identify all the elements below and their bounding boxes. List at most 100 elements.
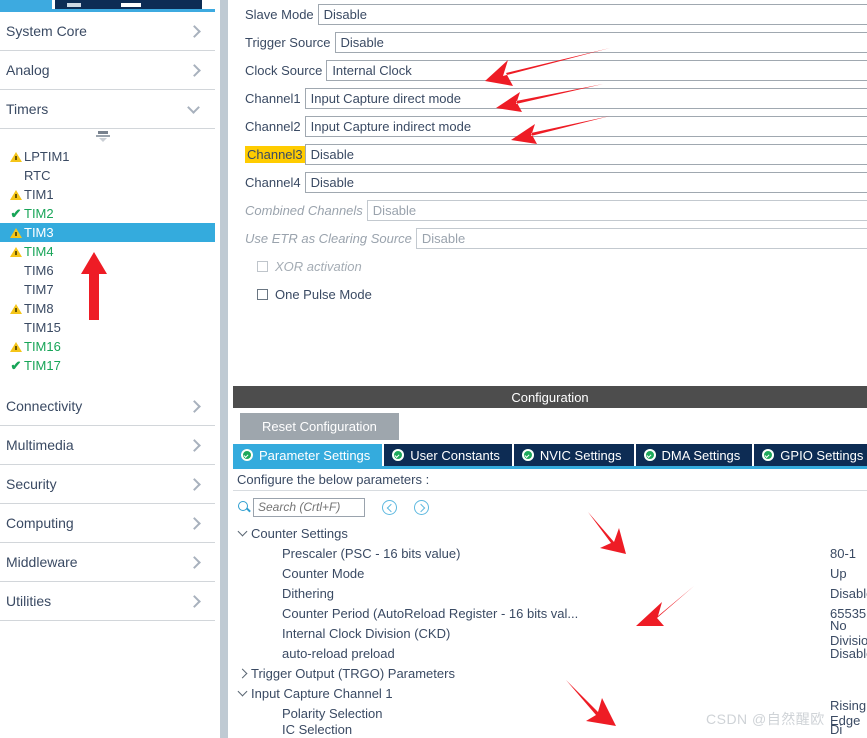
parameter-tree: Counter Settings Prescaler (PSC - 16 bits… <box>233 520 867 737</box>
tree-group-input-capture-channel-1[interactable]: Input Capture Channel 1 <box>233 683 867 703</box>
configuration-tabbar: Parameter Settings User Constants NVIC Set… <box>233 444 867 466</box>
mode-select-slave-mode[interactable]: Disable <box>317 3 867 25</box>
tree-group-counter-settings[interactable]: Counter Settings <box>233 523 867 543</box>
chevron-down-icon[interactable] <box>233 686 251 697</box>
tab-label: DMA Settings <box>661 447 741 463</box>
chevron-down-icon[interactable] <box>233 526 251 537</box>
timer-item-label: TIM16 <box>24 339 61 354</box>
tree-param-prescaler-psc-16-bits-value[interactable]: Prescaler (PSC - 16 bits value) 80-1 <box>233 543 867 563</box>
timer-item-rtc[interactable]: RTC <box>0 166 215 185</box>
timer-item-tim17[interactable]: ✔ TIM17 <box>0 356 215 375</box>
check-circle-icon <box>521 449 534 461</box>
mode-row-channel4: Channel4 Disable <box>233 168 867 196</box>
sidebar-category-system-core[interactable]: System Core <box>0 12 215 51</box>
sidebar-category-security[interactable]: Security <box>0 465 215 504</box>
sidebar-category-label: Security <box>6 476 57 492</box>
sidebar-category-analog[interactable]: Analog <box>0 51 215 90</box>
mode-select-channel2[interactable]: Input Capture indirect mode <box>304 115 867 137</box>
timer-item-tim7[interactable]: TIM7 <box>0 280 215 299</box>
tab-nvic-settings[interactable]: NVIC Settings <box>513 444 634 466</box>
sidebar-category-label: Analog <box>6 62 50 78</box>
search-icon <box>237 500 251 514</box>
tree-param-internal-clock-division-ckd[interactable]: Internal Clock Division (CKD)No Division <box>233 618 867 648</box>
mode-label-channel2: Channel2 <box>245 118 301 134</box>
panel-splitter[interactable] <box>215 0 233 738</box>
mode-select-clock-source[interactable]: Internal Clock <box>326 59 867 81</box>
timer-item-label: TIM7 <box>24 282 54 297</box>
tree-row-value[interactable]: Disable <box>830 586 867 601</box>
tree-param-auto-reload-preload[interactable]: auto-reload preload Disable <box>233 643 867 663</box>
sidebar-category-connectivity[interactable]: Connectivity <box>0 387 215 426</box>
sidebar-category-utilities[interactable]: Utilities <box>0 582 215 621</box>
check-circle-icon <box>762 449 775 461</box>
scroll-up-icon <box>95 131 111 143</box>
mode-label-clock-source: Clock Source <box>245 62 323 78</box>
splitter-bar <box>220 0 228 738</box>
chevron-right-icon <box>187 24 201 38</box>
tree-row-label: Input Capture Channel 1 <box>251 685 393 701</box>
timer-list-scroll-up[interactable] <box>0 129 215 145</box>
mode-label-trigger-source: Trigger Source <box>245 34 331 50</box>
timer-item-tim4[interactable]: TIM4 <box>0 242 215 261</box>
checkbox-one-pulse-mode[interactable] <box>257 288 268 300</box>
chevron-right-icon[interactable] <box>233 668 251 678</box>
tree-row-value[interactable]: Up <box>830 566 847 581</box>
tree-row-label: Counter Settings <box>251 525 348 541</box>
sidebar-category-label: Middleware <box>6 554 78 570</box>
parameter-search-row <box>233 494 867 520</box>
chevron-right-icon <box>187 555 201 569</box>
tree-param-counter-period-autoreload-register-16-[interactable]: Counter Period (AutoReload Register - 16… <box>233 603 867 623</box>
tree-param-counter-mode[interactable]: Counter Mode Up <box>233 563 867 583</box>
timer-item-tim15[interactable]: TIM15 <box>0 318 215 337</box>
mode-checkbox-row-one-pulse-mode[interactable]: One Pulse Mode <box>233 280 867 308</box>
tree-group-trigger-output-trgo-parameters[interactable]: Trigger Output (TRGO) Parameters <box>233 663 867 683</box>
reset-configuration-button[interactable]: Reset Configuration <box>240 412 399 440</box>
sidebar-category-timers[interactable]: Timers <box>0 90 215 129</box>
sidebar-category-computing[interactable]: Computing <box>0 504 215 543</box>
tree-row-label: auto-reload preload <box>282 645 395 661</box>
tab-categories-partial[interactable] <box>0 0 52 9</box>
tab-gpio-settings[interactable]: GPIO Settings <box>754 444 867 466</box>
sidebar-category-middleware[interactable]: Middleware <box>0 543 215 582</box>
check-circle-icon <box>643 449 656 461</box>
sidebar-category-multimedia[interactable]: Multimedia <box>0 426 215 465</box>
chevron-down-icon <box>187 102 201 116</box>
mode-select-channel3[interactable]: Disable <box>304 143 867 165</box>
timer-item-label: TIM6 <box>24 263 54 278</box>
tab-user-constants[interactable]: User Constants <box>384 444 512 466</box>
timer-item-lptim1[interactable]: LPTIM1 <box>0 147 215 166</box>
nav-forward-icon[interactable] <box>414 499 429 515</box>
mode-label-channel1: Channel1 <box>245 90 301 106</box>
tree-row-value[interactable]: 80-1 <box>830 546 856 561</box>
timer-item-tim6[interactable]: TIM6 <box>0 261 215 280</box>
mode-label-use-etr-as-clearing-source: Use ETR as Clearing Source <box>245 230 412 246</box>
tree-row-label: Trigger Output (TRGO) Parameters <box>251 665 455 681</box>
search-input[interactable] <box>253 497 365 517</box>
timer-item-tim2[interactable]: ✔ TIM2 <box>0 204 215 223</box>
tree-row-label: Prescaler (PSC - 16 bits value) <box>282 545 461 561</box>
mode-label-combined-channels: Combined Channels <box>245 202 363 218</box>
tree-row-value[interactable]: Disable <box>830 646 867 661</box>
check-circle-icon <box>392 449 405 461</box>
tab-label: NVIC Settings <box>539 447 622 463</box>
mode-row-channel3: Channel3 Disable <box>233 140 867 168</box>
nav-back-icon[interactable] <box>382 499 397 515</box>
tree-row-value[interactable]: Di <box>830 722 842 737</box>
timer-item-tim16[interactable]: TIM16 <box>0 337 215 356</box>
timer-item-tim1[interactable]: TIM1 <box>0 185 215 204</box>
timer-item-tim3[interactable]: TIM3 <box>0 223 215 242</box>
chevron-right-icon <box>187 477 201 491</box>
sidebar-categories-bottom: Connectivity Multimedia Security Computing M… <box>0 387 215 621</box>
tree-param-dithering[interactable]: Dithering Disable <box>233 583 867 603</box>
mode-select-channel1[interactable]: Input Capture direct mode <box>304 87 867 109</box>
mode-select-channel4[interactable]: Disable <box>304 171 867 193</box>
timer-item-tim8[interactable]: TIM8 <box>0 299 215 318</box>
mode-select-trigger-source[interactable]: Disable <box>334 31 867 53</box>
mode-row-channel2: Channel2 Input Capture indirect mode <box>233 112 867 140</box>
tree-row-label: IC Selection <box>282 721 353 737</box>
tab-dma-settings[interactable]: DMA Settings <box>635 444 753 466</box>
tab-parameter-settings[interactable]: Parameter Settings <box>233 444 383 466</box>
warning-icon <box>8 341 24 352</box>
check-icon: ✔ <box>10 206 22 221</box>
mode-select-combined-channels: Disable <box>366 199 867 221</box>
